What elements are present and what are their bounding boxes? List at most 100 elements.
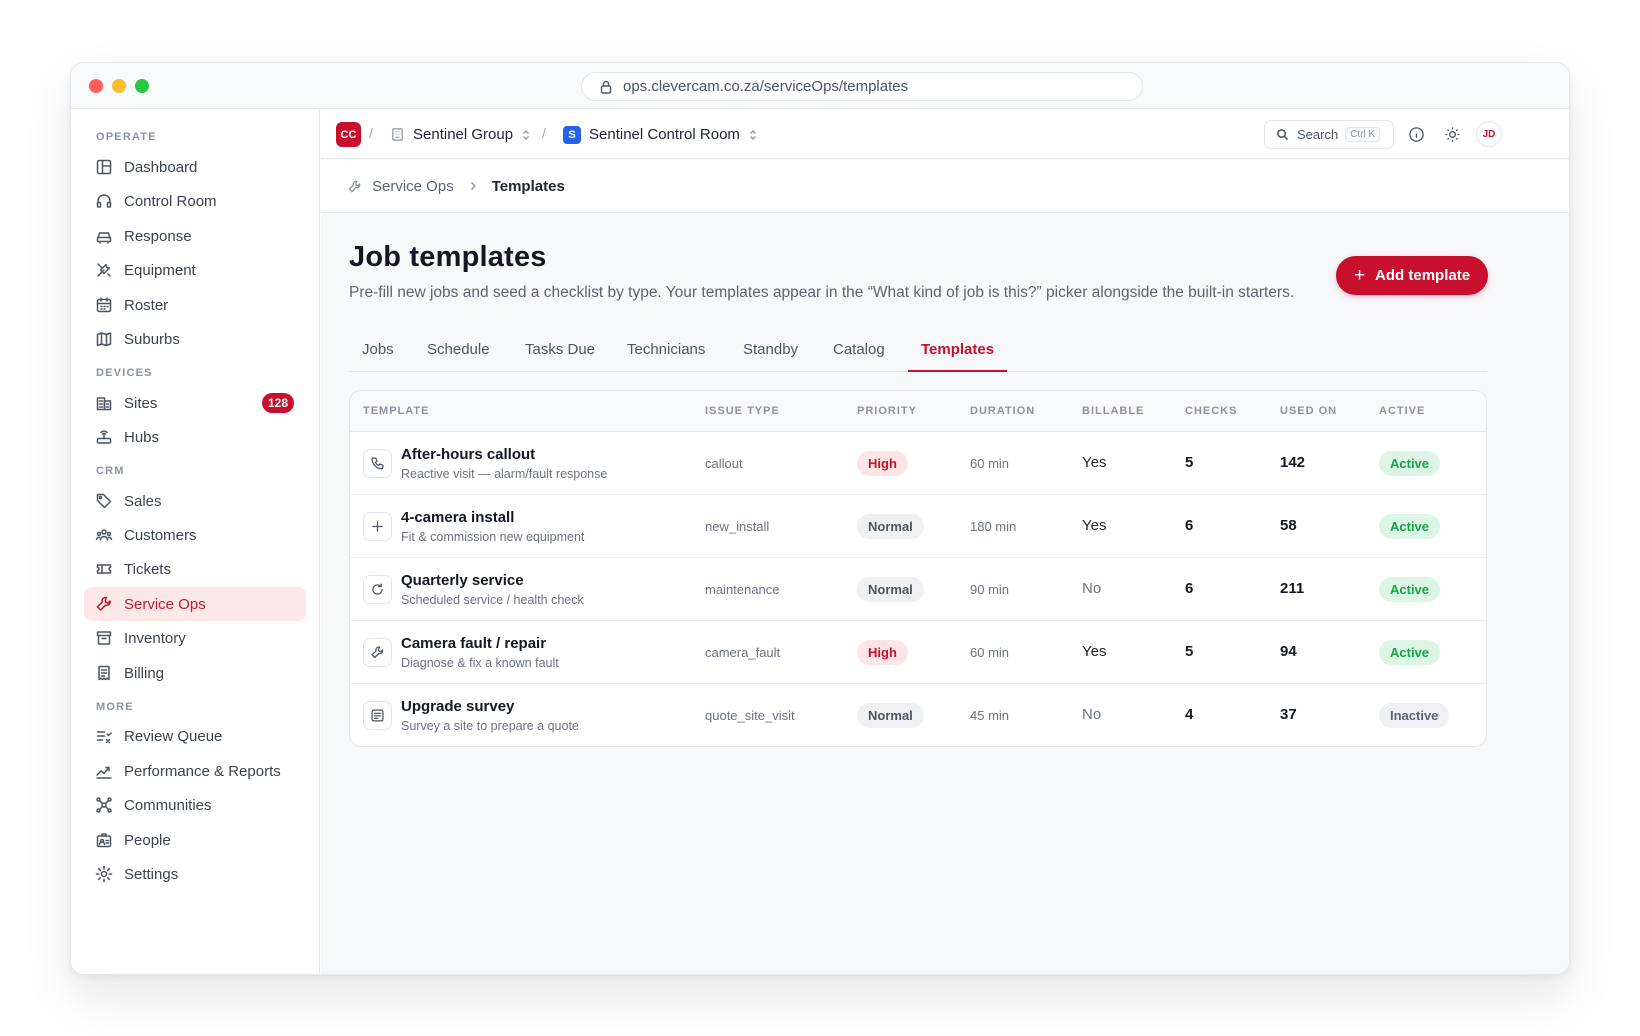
tab-catalog[interactable]: Catalog [820,334,898,372]
issue-type: callout [705,456,743,471]
sidebar-item-response[interactable]: Response [84,219,306,253]
status-badge[interactable]: Active [1379,514,1441,539]
tab-tasks-due[interactable]: Tasks Due [512,334,608,372]
used-on-count: 142 [1280,454,1306,471]
sidebar-item-sales[interactable]: Sales [84,484,306,518]
receipt-icon [98,665,110,681]
billable: Yes [1082,454,1107,471]
tab-standby[interactable]: Standby [730,334,811,372]
map-icon [96,332,112,347]
top-bar: CC / Sentinel Group / S Sentinel Control… [321,109,1569,159]
used-on-count: 58 [1280,517,1297,534]
search-shortcut: Ctrl K [1345,127,1381,142]
browser-window: ops.clevercam.co.za/serviceOps/templates… [70,62,1570,975]
close-window-button[interactable] [89,79,103,93]
used-on-count: 211 [1280,580,1305,597]
tab-technicians[interactable]: Technicians [614,334,718,372]
billable: Yes [1082,517,1107,534]
info-button[interactable] [1406,124,1426,144]
sidebar-item-service-ops[interactable]: Service Ops [84,587,306,621]
tab-jobs[interactable]: Jobs [349,334,407,372]
template-name[interactable]: Upgrade survey [401,698,514,715]
column-header-issue-type[interactable]: ISSUE TYPE [705,405,780,417]
priority-badge: High [857,640,908,665]
sidebar-item-sites[interactable]: Sites 128 [84,386,306,420]
table-row[interactable]: 4-camera install Fit & commission new equ… [350,495,1486,558]
status-badge[interactable]: Active [1379,451,1441,476]
priority-badge: Normal [857,577,924,602]
archive-icon-wrap [95,629,113,647]
address-bar[interactable]: ops.clevercam.co.za/serviceOps/templates [581,72,1143,101]
status-badge[interactable]: Inactive [1379,703,1450,728]
priority-badge: High [857,451,908,476]
avatar[interactable]: JD [1476,121,1502,147]
sidebar-item-customers[interactable]: Customers [84,518,306,552]
table-row[interactable]: Quarterly service Scheduled service / hea… [350,558,1486,621]
tag-icon [96,493,112,509]
sidebar-item-roster[interactable]: Roster [84,288,306,322]
column-header-checks[interactable]: CHECKS [1185,405,1237,417]
sidebar-item-inventory[interactable]: Inventory [84,621,306,655]
template-name[interactable]: Camera fault / repair [401,635,546,652]
template-name[interactable]: After-hours callout [401,446,535,463]
sidebar-section-label: MORE [96,701,134,713]
maximize-window-button[interactable] [135,79,149,93]
sidebar-section-label: CRM [96,465,125,477]
room-switcher[interactable]: S Sentinel Control Room [563,122,760,147]
sidebar-item-dashboard[interactable]: Dashboard [84,150,306,184]
sidebar-item-people[interactable]: People [84,823,306,857]
table-row[interactable]: After-hours callout Reactive visit — alar… [350,432,1486,495]
column-header-duration[interactable]: DURATION [970,405,1035,417]
template-name[interactable]: Quarterly service [401,572,524,589]
sidebar-item-communities[interactable]: Communities [84,788,306,822]
tab-schedule[interactable]: Schedule [414,334,503,372]
column-header-priority[interactable]: PRIORITY [857,405,917,417]
calendar-icon-wrap [95,296,113,314]
priority-badge: Normal [857,703,924,728]
sidebar-item-label: Response [124,227,192,245]
chevron-updown-icon [749,129,756,140]
sidebar-item-settings[interactable]: Settings [84,857,306,891]
sidebar-item-performance-and-reports[interactable]: Performance & Reports [84,754,306,788]
sidebar-item-equipment[interactable]: Equipment [84,253,306,287]
column-header-used-on[interactable]: USED ON [1280,405,1337,417]
refresh-icon [372,583,383,595]
gear-icon [95,865,113,883]
sidebar-item-tickets[interactable]: Tickets [84,552,306,586]
templates-table: TEMPLATE ISSUE TYPE PRIORITY DURATION BILLAB… [349,390,1487,747]
column-header-billable[interactable]: BILLABLE [1082,405,1144,417]
sidebar-item-hubs[interactable]: Hubs [84,420,306,454]
org-name: Sentinel Group [413,126,514,143]
minimize-window-button[interactable] [112,79,126,93]
org-switcher[interactable]: Sentinel Group [390,122,533,147]
sidebar-item-control-room[interactable]: Control Room [84,184,306,218]
checks-count: 5 [1185,643,1194,660]
status-badge[interactable]: Active [1379,640,1441,665]
template-description: Fit & commission new equipment [401,530,585,544]
gear-icon-wrap [95,865,113,883]
template-icon-box [363,575,392,604]
theme-toggle-button[interactable] [1442,124,1462,144]
template-description: Scheduled service / health check [401,593,584,607]
table-row[interactable]: Camera fault / repair Diagnose & fix a kn… [350,621,1486,684]
status-badge[interactable]: Active [1379,577,1441,602]
duration: 60 min [970,645,1010,660]
sidebar-item-label: Sites [124,394,158,412]
sidebar-item-label: Performance & Reports [124,762,281,780]
breadcrumb-parent-link[interactable]: Service Ops [372,178,454,195]
tab-templates[interactable]: Templates [908,334,1008,372]
duration: 60 min [970,456,1010,471]
sidebar-item-review-queue[interactable]: Review Queue [84,719,306,753]
add-template-button[interactable]: + Add template [1336,256,1488,295]
sidebar-item-suburbs[interactable]: Suburbs [84,322,306,356]
sidebar-item-billing[interactable]: Billing [84,656,306,690]
wrench-icon [348,180,361,193]
org-logo[interactable]: CC [336,122,361,147]
billable: No [1082,706,1102,723]
search-button[interactable]: Search Ctrl K [1264,120,1394,149]
car-icon [96,232,112,244]
column-header-template[interactable]: TEMPLATE [363,405,429,417]
template-name[interactable]: 4-camera install [401,509,514,526]
table-row[interactable]: Upgrade survey Survey a site to prepare a… [350,684,1486,746]
column-header-active[interactable]: ACTIVE [1379,405,1425,417]
